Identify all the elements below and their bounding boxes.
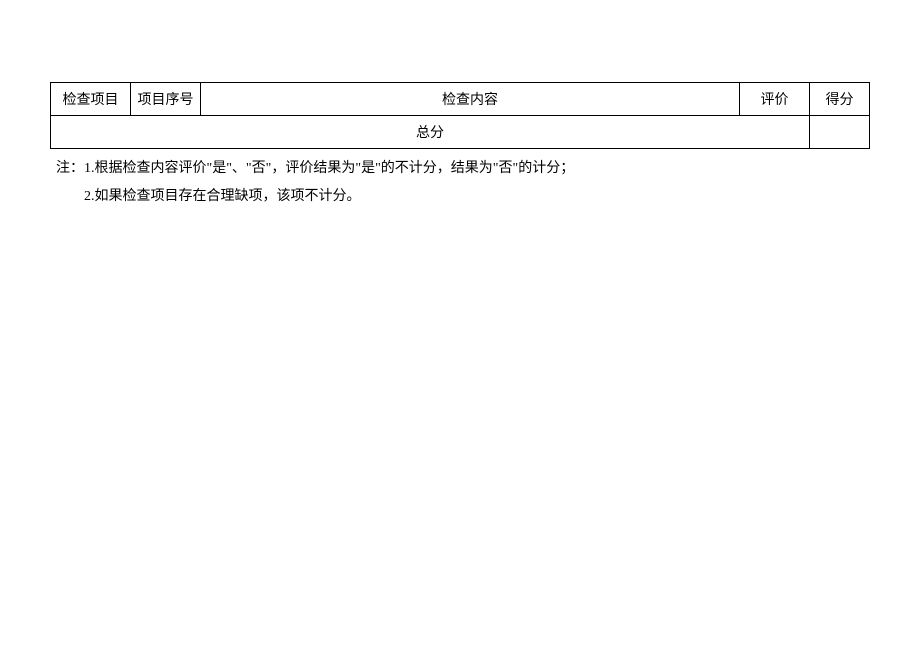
header-evaluation: 评价: [740, 83, 810, 116]
table-total-row: 总分: [51, 116, 870, 149]
total-value: [810, 116, 870, 149]
note-line-2: 2.如果检查项目存在合理缺项，该项不计分。: [56, 183, 870, 211]
header-check-item: 检查项目: [51, 83, 131, 116]
header-score: 得分: [810, 83, 870, 116]
header-content: 检查内容: [201, 83, 740, 116]
note-line-1: 注：1.根据检查内容评价"是"、"否"，评价结果为"是"的不计分，结果为"否"的…: [56, 155, 870, 183]
inspection-table: 检查项目 项目序号 检查内容 评价 得分 总分: [50, 82, 870, 149]
notes-section: 注：1.根据检查内容评价"是"、"否"，评价结果为"是"的不计分，结果为"否"的…: [50, 155, 870, 211]
table-header-row: 检查项目 项目序号 检查内容 评价 得分: [51, 83, 870, 116]
header-item-no: 项目序号: [131, 83, 201, 116]
total-label: 总分: [51, 116, 810, 149]
